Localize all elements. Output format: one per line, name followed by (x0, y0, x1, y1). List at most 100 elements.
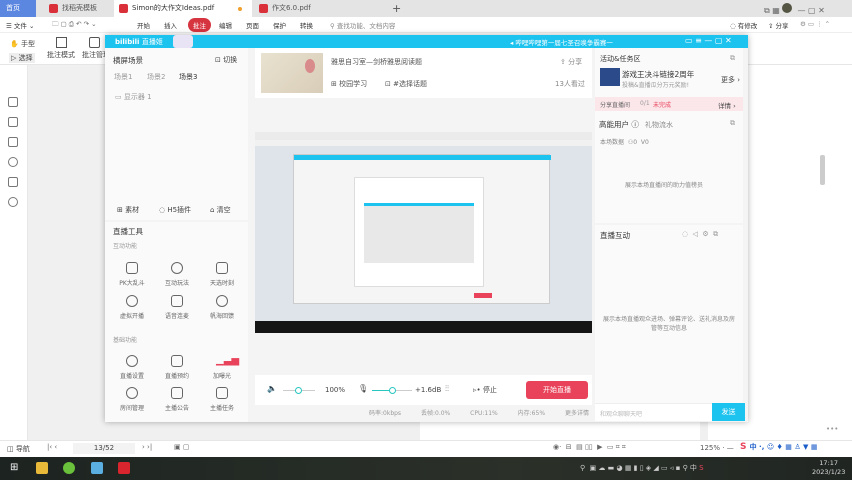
tab-template[interactable]: 找稻壳模板 (44, 0, 112, 17)
menu-annotate[interactable]: 批注 (188, 18, 211, 32)
gift-flow-tab[interactable]: 礼物流水 (645, 120, 673, 130)
menu-page[interactable]: 页面 (246, 20, 259, 30)
room-info-card: 雅思自习室—剑桥雅思阅读题 ⊞ 校园学习 ⊡ #选择话题 ⇪ 分享 13人看过 (255, 48, 592, 98)
mic-icon[interactable]: 🎙 (358, 384, 368, 393)
send-button[interactable]: 发送 (712, 403, 745, 421)
signature-icon[interactable] (8, 177, 18, 187)
mic-slider[interactable] (372, 387, 412, 394)
clock[interactable]: 17:17 2023/1/23 (812, 459, 845, 477)
volume-knob[interactable] (295, 387, 302, 394)
ime-icon[interactable]: S 中 ·, ☺ ♦ ▦ ♙ ▼ ▦ (740, 442, 817, 452)
file-explorer-icon[interactable] (36, 462, 48, 474)
material-button[interactable]: ⊞ 素材 (117, 205, 139, 215)
stop-button[interactable]: ▹• 停止 (473, 385, 497, 395)
tab-doc2[interactable]: 作文6.0.pdf (254, 0, 382, 17)
nav-toggle[interactable]: ◫ 导航 (7, 444, 30, 454)
window-controls[interactable]: ⧉ ▦ — ▢ ✕ (764, 3, 825, 16)
quick-access-icons[interactable]: 🗀 ▢ ⎙ ↶ ↷ ⌄ (52, 20, 97, 31)
zoom-level[interactable]: 125% · — (700, 444, 734, 452)
select-tool[interactable]: ▷ 选择 (9, 53, 35, 63)
preview-screen[interactable] (255, 140, 592, 333)
room-category[interactable]: ⊞ 校园学习 (331, 79, 367, 89)
more-link[interactable]: 更多 › (721, 75, 740, 85)
more-icons[interactable]: ⚙ ▭ ⋮ ⌃ (800, 20, 830, 28)
chat-input[interactable]: 和观众聊聊天吧 (595, 403, 712, 421)
scene-tab-1[interactable]: 场景1 (114, 72, 132, 82)
clear-label: 清空 (216, 206, 231, 214)
room-cover[interactable] (261, 53, 323, 93)
volume-slider[interactable] (283, 387, 315, 394)
tab-doc1[interactable]: Simon的大作文Ideas.pdf (114, 0, 252, 17)
view-icons[interactable]: ◉· ⊟ ▤ ▯▯ ▶ ▭ ⌗ ⌗ (553, 443, 626, 452)
tool-feedback[interactable]: 帆海回馈 (200, 295, 244, 320)
scrollbar[interactable] (820, 155, 825, 185)
energy-users-tab[interactable]: 高能用户 ⓘ (599, 119, 639, 130)
layers-icon[interactable] (8, 197, 18, 207)
page-layout-icons[interactable]: ▣ ▢ (174, 443, 189, 451)
mixer-icon[interactable]: ⫶⫶ (445, 384, 449, 394)
tool-live-schedule[interactable]: 直播预约 (155, 355, 199, 380)
search-box[interactable]: ⚲ 查找功能、文档内容 (330, 20, 395, 30)
tool-label: 主播任务 (209, 405, 234, 412)
menu-start[interactable]: 开始 (137, 20, 150, 30)
next-last-page[interactable]: › ›| (142, 443, 152, 451)
system-tray[interactable]: ⚲ ▣ ☁ ▬ ◕ ▦ ▮ ▯ ◈ ◢ ▭ ◃ ▪ ⚲ 中 S (580, 463, 704, 473)
clear-button[interactable]: ⌂ 清空 (210, 205, 231, 215)
share-button[interactable]: ⇪ 分享 (768, 20, 789, 30)
hand-tool[interactable]: ✋ 手型 (10, 39, 35, 49)
attachment-icon[interactable] (8, 157, 18, 167)
tool-announcement[interactable]: 主播公告 (155, 387, 199, 412)
first-prev-page[interactable]: |‹ ‹ (47, 443, 57, 451)
more-icon[interactable]: ••• (826, 425, 838, 433)
start-button[interactable]: ⊞ (10, 462, 18, 473)
menu-insert[interactable]: 插入 (164, 20, 177, 30)
tool-pk[interactable]: PK大乱斗 (110, 262, 154, 287)
announcement-ticker[interactable]: ◂ 哔哩哔哩第一届七圣召唤争霸赛一 (510, 37, 613, 47)
scene-tab-3[interactable]: 场景3 (179, 72, 197, 82)
bookmark-icon[interactable] (8, 97, 18, 107)
promo-title[interactable]: 游戏王决斗链接2周年 (622, 69, 694, 80)
page-input[interactable]: 13/52 (73, 443, 135, 454)
popout-icon[interactable]: ⧉ (730, 119, 735, 128)
tool-boost[interactable]: ▁▃▅ 加曝光 (200, 355, 244, 380)
switch-button[interactable]: ⊡ 切换 (215, 55, 237, 65)
modified-indicator[interactable]: ◌ 有修改 (730, 20, 757, 30)
comment-icon[interactable] (8, 137, 18, 147)
download-icon (216, 295, 228, 307)
tool-voice-link[interactable]: 语音连麦 (155, 295, 199, 320)
chat-tool-icons[interactable]: ◌ ◁ ⚙ ⧉ (682, 230, 718, 239)
start-live-button[interactable]: 开始直播 (526, 381, 588, 399)
file-menu[interactable]: ☰ 文件 ⌄ (6, 20, 34, 30)
annotation-manage-button[interactable]: 批注管理 (82, 37, 106, 60)
tool-virtual-live[interactable]: 虚拟开播 (110, 295, 154, 320)
avatar[interactable] (782, 3, 793, 13)
tool-room-manage[interactable]: 房间管理 (110, 387, 154, 412)
promo-thumbnail[interactable] (600, 68, 620, 86)
menu-protect[interactable]: 保护 (273, 20, 286, 30)
tool-interactive-play[interactable]: 互动玩法 (155, 262, 199, 287)
speaker-icon[interactable]: 🔈 (267, 384, 277, 393)
detail-link[interactable]: 详情 › (718, 100, 736, 110)
tool-lucky-draw[interactable]: 天选时刻 (200, 262, 244, 287)
menu-convert[interactable]: 转换 (300, 20, 313, 30)
annotation-mode-button[interactable]: 批注模式 (46, 37, 76, 60)
source-item[interactable]: ▭ 显示器 1 (115, 92, 152, 102)
tab-home[interactable]: 首页 (0, 0, 36, 17)
thumbnail-icon[interactable] (8, 117, 18, 127)
popout-icon[interactable]: ⧉ (730, 54, 735, 63)
scene-tab-2[interactable]: 场景2 (147, 72, 165, 82)
mic-knob[interactable] (389, 387, 396, 394)
live-app-icon[interactable] (91, 462, 103, 474)
more-details-link[interactable]: 更多详情 (565, 410, 589, 417)
tool-tasks[interactable]: 主播任务 (200, 387, 244, 412)
room-title[interactable]: 雅思自习室—剑桥雅思阅读题 (331, 57, 422, 67)
new-tab-button[interactable]: + (392, 0, 401, 17)
wps-icon[interactable] (118, 462, 130, 474)
room-share-button[interactable]: ⇪ 分享 (560, 57, 582, 67)
tool-live-settings[interactable]: 直播设置 (110, 355, 154, 380)
menu-edit[interactable]: 编辑 (219, 20, 232, 30)
browser-icon[interactable] (63, 462, 75, 474)
topic-selector[interactable]: ⊡ #选择话题 (385, 79, 427, 89)
window-controls[interactable]: ▭ ≡ — ▢ ✕ (685, 36, 732, 45)
h5-plugin-button[interactable]: ◌ H5插件 (159, 205, 191, 215)
